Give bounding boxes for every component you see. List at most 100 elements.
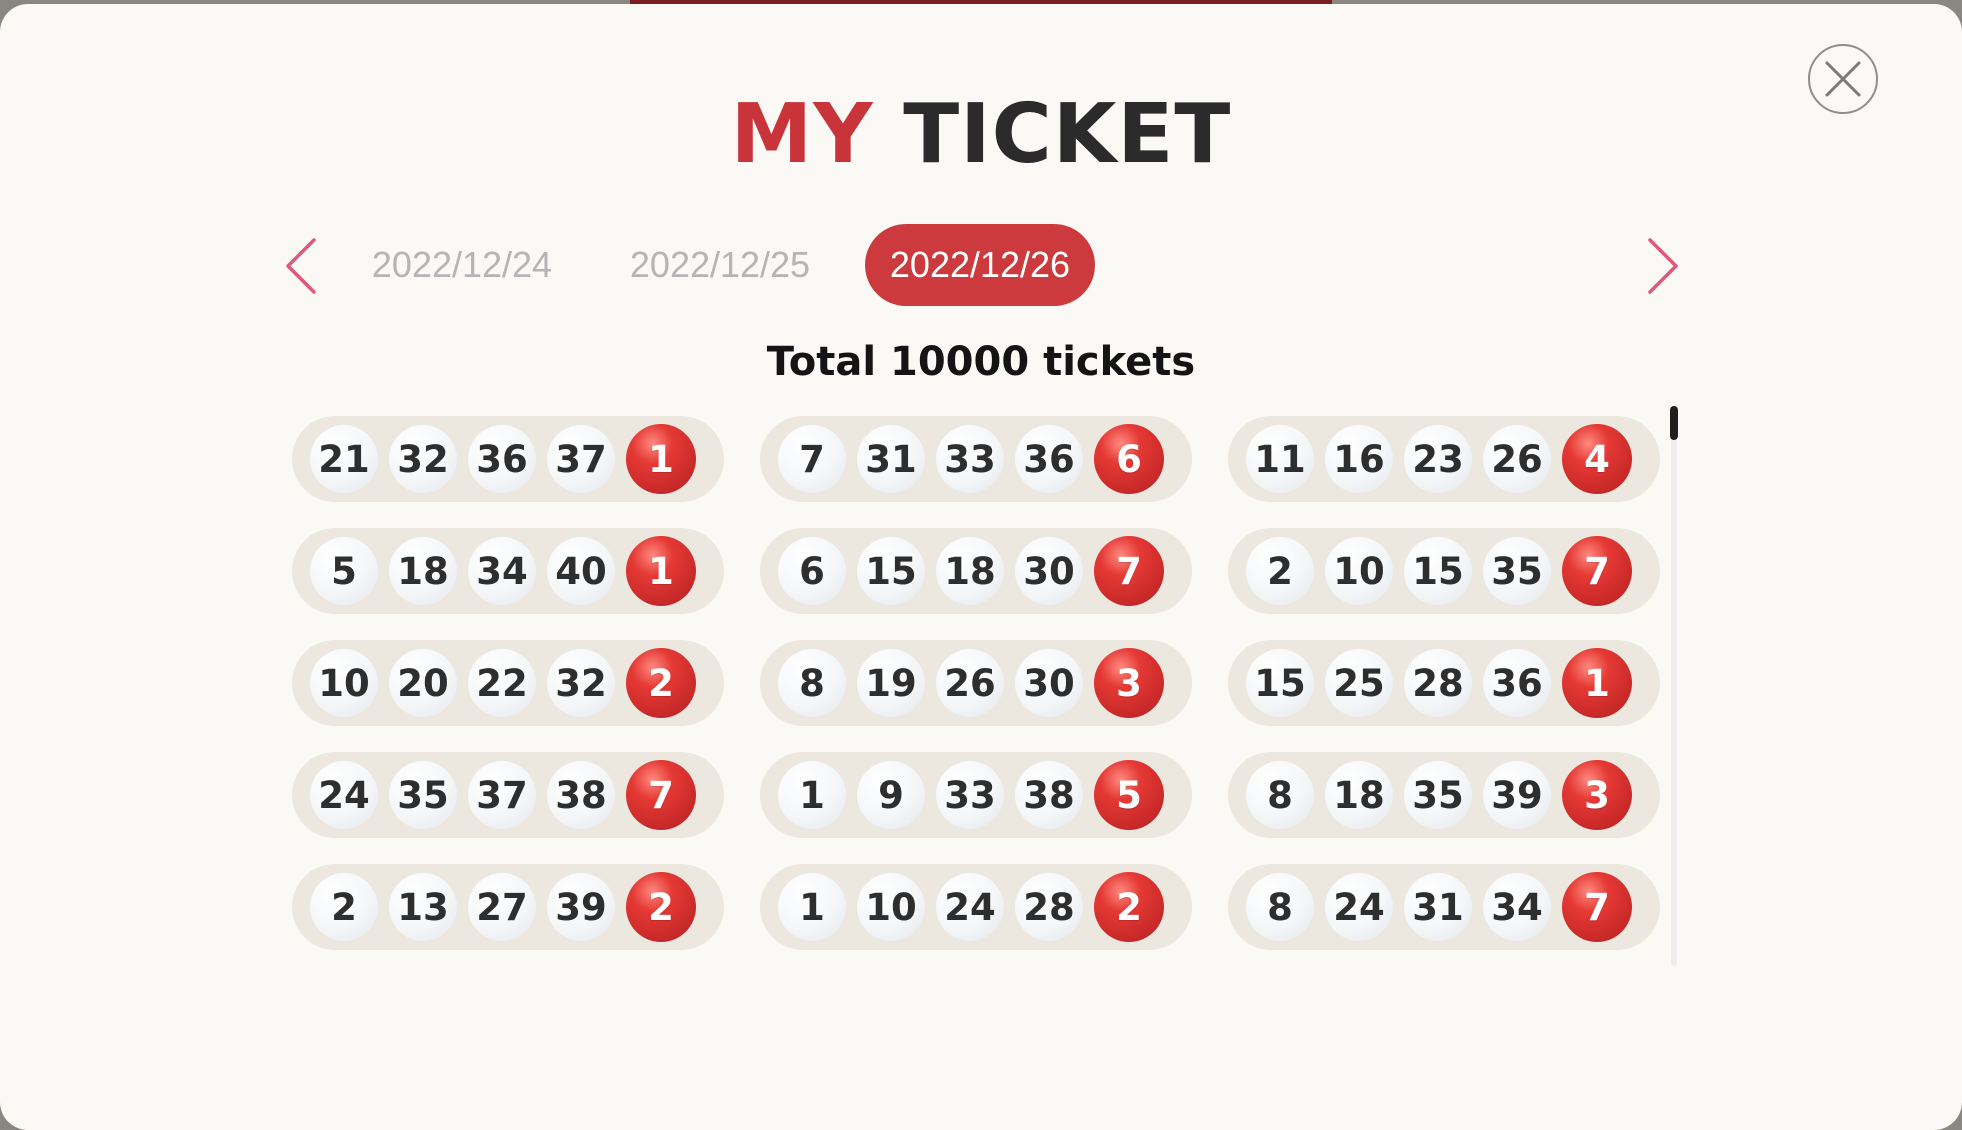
ticket-row[interactable]: 8 19 26 30 3 xyxy=(760,640,1192,726)
number-ball: 39 xyxy=(547,873,615,941)
number-ball: 40 xyxy=(547,537,615,605)
number-ball: 37 xyxy=(468,761,536,829)
number-ball: 26 xyxy=(1483,425,1551,493)
bonus-ball: 3 xyxy=(1094,648,1164,718)
number-ball: 36 xyxy=(1015,425,1083,493)
ticket-row[interactable]: 11 16 23 26 4 xyxy=(1228,416,1660,502)
number-ball: 32 xyxy=(547,649,615,717)
number-ball: 16 xyxy=(1325,425,1393,493)
bonus-ball: 7 xyxy=(1094,536,1164,606)
ticket-row[interactable]: 8 24 31 34 7 xyxy=(1228,864,1660,950)
ticket-row[interactable]: 6 15 18 30 7 xyxy=(760,528,1192,614)
next-date-button[interactable] xyxy=(1642,234,1682,298)
number-ball: 35 xyxy=(389,761,457,829)
ticket-row[interactable]: 24 35 37 38 7 xyxy=(292,752,724,838)
number-ball: 33 xyxy=(936,425,1004,493)
bonus-ball: 4 xyxy=(1562,424,1632,494)
number-ball: 1 xyxy=(778,761,846,829)
number-ball: 23 xyxy=(1404,425,1472,493)
ticket-list: 21 32 36 37 1 7 31 33 36 6 11 16 23 26 4 5 18 34 40 1 6 15 18 3… xyxy=(292,416,1664,950)
number-ball: 31 xyxy=(857,425,925,493)
bonus-ball: 7 xyxy=(1562,872,1632,942)
number-ball: 30 xyxy=(1015,649,1083,717)
number-ball: 26 xyxy=(936,649,1004,717)
number-ball: 10 xyxy=(857,873,925,941)
bonus-ball: 2 xyxy=(626,648,696,718)
number-ball: 33 xyxy=(936,761,1004,829)
number-ball: 21 xyxy=(310,425,378,493)
number-ball: 5 xyxy=(310,537,378,605)
title-ticket: TICKET xyxy=(903,87,1232,182)
number-ball: 32 xyxy=(389,425,457,493)
number-ball: 37 xyxy=(547,425,615,493)
ticket-row[interactable]: 1 9 33 38 5 xyxy=(760,752,1192,838)
number-ball: 15 xyxy=(1246,649,1314,717)
scrollbar-track[interactable] xyxy=(1671,406,1677,966)
number-ball: 2 xyxy=(310,873,378,941)
title-my: MY xyxy=(730,87,874,182)
number-ball: 7 xyxy=(778,425,846,493)
chevron-right-icon xyxy=(1648,238,1678,294)
number-ball: 22 xyxy=(468,649,536,717)
ticket-row[interactable]: 10 20 22 32 2 xyxy=(292,640,724,726)
number-ball: 34 xyxy=(1483,873,1551,941)
number-ball: 36 xyxy=(468,425,536,493)
date-tab-2022-12-24[interactable]: 2022/12/24 xyxy=(352,224,572,306)
number-ball: 2 xyxy=(1246,537,1314,605)
ticket-row[interactable]: 2 10 15 35 7 xyxy=(1228,528,1660,614)
number-ball: 18 xyxy=(389,537,457,605)
number-ball: 34 xyxy=(468,537,536,605)
number-ball: 35 xyxy=(1404,761,1472,829)
number-ball: 24 xyxy=(1325,873,1393,941)
number-ball: 18 xyxy=(1325,761,1393,829)
number-ball: 25 xyxy=(1325,649,1393,717)
bonus-ball: 7 xyxy=(626,760,696,830)
scrollbar-thumb[interactable] xyxy=(1670,406,1678,440)
bonus-ball: 2 xyxy=(1094,872,1164,942)
prev-date-button[interactable] xyxy=(282,234,322,298)
number-ball: 9 xyxy=(857,761,925,829)
number-ball: 24 xyxy=(310,761,378,829)
number-ball: 28 xyxy=(1015,873,1083,941)
number-ball: 6 xyxy=(778,537,846,605)
bonus-ball: 1 xyxy=(1562,648,1632,718)
number-ball: 8 xyxy=(778,649,846,717)
bonus-ball: 7 xyxy=(1562,536,1632,606)
number-ball: 15 xyxy=(857,537,925,605)
number-ball: 24 xyxy=(936,873,1004,941)
number-ball: 8 xyxy=(1246,873,1314,941)
number-ball: 38 xyxy=(1015,761,1083,829)
number-ball: 10 xyxy=(310,649,378,717)
number-ball: 13 xyxy=(389,873,457,941)
number-ball: 35 xyxy=(1483,537,1551,605)
number-ball: 31 xyxy=(1404,873,1472,941)
number-ball: 10 xyxy=(1325,537,1393,605)
number-ball: 19 xyxy=(857,649,925,717)
ticket-row[interactable]: 15 25 28 36 1 xyxy=(1228,640,1660,726)
bonus-ball: 1 xyxy=(626,424,696,494)
chevron-left-icon xyxy=(286,238,316,294)
date-tab-2022-12-26-selected[interactable]: 2022/12/26 xyxy=(865,224,1095,306)
ticket-row[interactable]: 2 13 27 39 2 xyxy=(292,864,724,950)
number-ball: 39 xyxy=(1483,761,1551,829)
number-ball: 28 xyxy=(1404,649,1472,717)
bonus-ball: 3 xyxy=(1562,760,1632,830)
number-ball: 38 xyxy=(547,761,615,829)
number-ball: 30 xyxy=(1015,537,1083,605)
number-ball: 15 xyxy=(1404,537,1472,605)
number-ball: 36 xyxy=(1483,649,1551,717)
ticket-row[interactable]: 8 18 35 39 3 xyxy=(1228,752,1660,838)
page-title: MY TICKET xyxy=(0,90,1962,180)
ticket-row[interactable]: 5 18 34 40 1 xyxy=(292,528,724,614)
date-tab-2022-12-25[interactable]: 2022/12/25 xyxy=(610,224,830,306)
ticket-row[interactable]: 7 31 33 36 6 xyxy=(760,416,1192,502)
number-ball: 1 xyxy=(778,873,846,941)
number-ball: 20 xyxy=(389,649,457,717)
ticket-row[interactable]: 21 32 36 37 1 xyxy=(292,416,724,502)
bonus-ball: 2 xyxy=(626,872,696,942)
number-ball: 27 xyxy=(468,873,536,941)
bonus-ball: 1 xyxy=(626,536,696,606)
bonus-ball: 6 xyxy=(1094,424,1164,494)
ticket-row[interactable]: 1 10 24 28 2 xyxy=(760,864,1192,950)
number-ball: 18 xyxy=(936,537,1004,605)
